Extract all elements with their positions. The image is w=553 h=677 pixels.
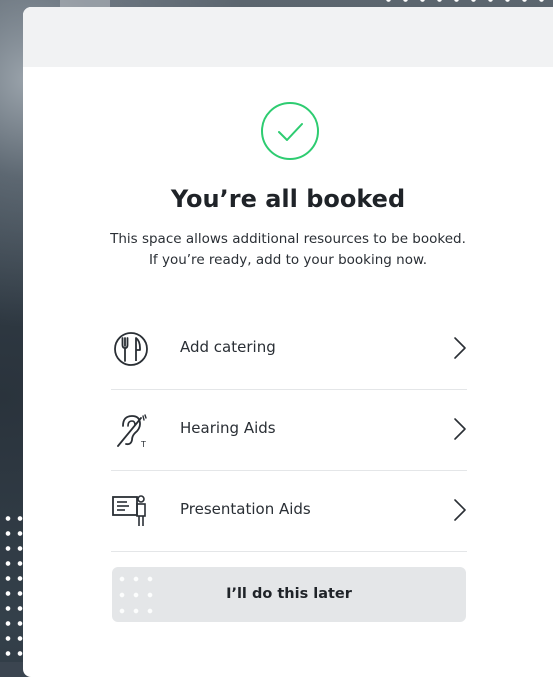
option-add-catering[interactable]: Add catering	[111, 309, 467, 390]
modal-title: You’re all booked	[170, 185, 406, 213]
subtitle-line-1: This space allows additional resources t…	[110, 231, 466, 247]
do-later-button[interactable]: I’ll do this later	[112, 567, 466, 622]
option-presentation-aids[interactable]: Presentation Aids	[111, 471, 467, 552]
do-later-label: I’ll do this later	[226, 586, 352, 602]
booking-confirmation-modal: You’re all booked This space allows addi…	[23, 7, 553, 677]
modal-subtitle: This space allows additional resources t…	[23, 229, 553, 271]
option-hearing-aids[interactable]: T Hearing Aids	[111, 390, 467, 471]
catering-icon	[111, 331, 151, 367]
presentation-icon	[111, 493, 151, 529]
subtitle-line-2: If you’re ready, add to your booking now…	[148, 252, 428, 268]
chevron-right-icon	[453, 417, 467, 441]
hearing-aid-icon: T	[111, 412, 151, 449]
svg-text:T: T	[140, 440, 146, 448]
resource-options-list: Add catering T Hearing Aids Presentation…	[111, 309, 467, 552]
modal-header	[23, 7, 553, 67]
check-circle-icon	[260, 101, 320, 161]
option-label: Add catering	[180, 338, 276, 356]
option-label: Presentation Aids	[180, 500, 311, 518]
decorative-dots-left	[0, 508, 24, 662]
option-label: Hearing Aids	[180, 419, 276, 437]
chevron-right-icon	[453, 498, 467, 522]
chevron-right-icon	[453, 336, 467, 360]
